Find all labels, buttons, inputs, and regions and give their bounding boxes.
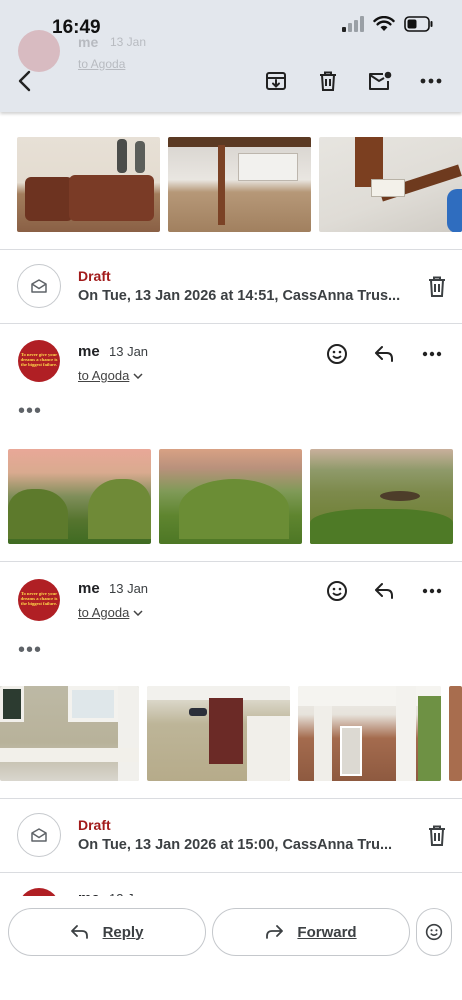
draft-label: Draft [78, 817, 111, 833]
draft-avatar [17, 813, 61, 857]
show-trimmed-content[interactable]: ••• [18, 640, 42, 660]
message-date: 13 Jan [109, 581, 149, 596]
message-more-button[interactable] [418, 579, 446, 603]
archive-icon [266, 72, 286, 90]
attachment-thumbnail[interactable] [0, 686, 139, 781]
bottom-action-bar: Reply Forward [0, 896, 462, 1000]
archive-button[interactable] [259, 64, 293, 98]
attachment-thumbnail[interactable] [310, 449, 453, 544]
delete-button[interactable] [311, 64, 345, 98]
attachment-thumbnail[interactable] [319, 137, 462, 232]
avatar[interactable]: To never give your dreams a chance is th… [18, 340, 60, 382]
attachment-thumbnail[interactable] [159, 449, 302, 544]
divider [0, 323, 462, 324]
ghost-date: 13 Jan [110, 35, 147, 49]
ghost-to: to Agoda [78, 57, 126, 71]
attachment-thumbnail[interactable] [8, 449, 151, 544]
forward-button[interactable]: Forward [212, 908, 410, 956]
reply-label: Reply [102, 923, 144, 941]
divider [0, 249, 462, 250]
mark-unread-icon [369, 71, 392, 90]
react-button[interactable] [323, 342, 351, 366]
back-arrow-icon [18, 70, 31, 92]
sender-name: me [78, 343, 100, 360]
reply-button[interactable]: Reply [8, 908, 206, 956]
reply-icon [375, 346, 393, 362]
discard-draft-icon[interactable] [426, 824, 448, 848]
attachment-thumbnail[interactable] [449, 686, 462, 781]
recipients-toggle[interactable]: to Agoda [78, 368, 143, 383]
top-app-bar: me 13 Jan to Agoda 16:49 [0, 0, 462, 112]
recipients-toggle[interactable]: to Agoda [78, 605, 143, 620]
status-time: 16:49 [52, 17, 101, 38]
react-button[interactable] [323, 579, 351, 603]
more-horiz-icon [422, 351, 442, 357]
forward-icon [266, 925, 284, 939]
chevron-down-icon [133, 609, 143, 616]
avatar[interactable]: To never give your dreams a chance is th… [18, 579, 60, 621]
battery-icon [404, 16, 433, 32]
sender-name: me [78, 580, 100, 597]
attachment-thumbnail[interactable] [17, 137, 160, 232]
draft-snippet: On Tue, 13 Jan 2026 at 14:51, CassAnna T… [78, 288, 401, 304]
status-icons [342, 16, 434, 32]
draft-label: Draft [78, 268, 111, 284]
more-horiz-icon [420, 78, 442, 84]
reply-icon [375, 583, 393, 599]
attachment-thumbnail[interactable] [298, 686, 441, 781]
forward-label: Forward [297, 923, 357, 941]
react-emoji-button[interactable] [416, 908, 452, 956]
attachment-thumbnail[interactable] [147, 686, 290, 781]
email-thread-screen: me 13 Jan to Agoda 16:49 Draft On Tue, 1… [0, 0, 462, 1000]
divider [0, 798, 462, 799]
reply-message-button[interactable] [370, 342, 398, 366]
divider [0, 872, 462, 873]
reply-message-button[interactable] [370, 579, 398, 603]
more-options-button[interactable] [414, 64, 448, 98]
mark-unread-button[interactable] [363, 64, 397, 98]
attachment-thumbnail[interactable] [168, 137, 311, 232]
signal-icon [342, 16, 364, 32]
divider [0, 561, 462, 562]
message-date: 13 Jan [109, 344, 149, 359]
draft-envelope-icon [31, 828, 47, 842]
show-trimmed-content[interactable]: ••• [18, 401, 42, 421]
reply-icon [70, 925, 88, 939]
emoji-icon [327, 344, 347, 364]
emoji-icon [327, 581, 347, 601]
draft-snippet: On Tue, 13 Jan 2026 at 15:00, CassAnna T… [78, 837, 393, 853]
trash-icon [320, 71, 336, 91]
draft-envelope-icon [31, 279, 47, 293]
emoji-icon [425, 923, 443, 941]
recipient-text: to Agoda [78, 368, 130, 383]
draft-avatar [17, 264, 61, 308]
message-more-button[interactable] [418, 342, 446, 366]
chevron-down-icon [133, 372, 143, 379]
back-button[interactable] [8, 64, 42, 98]
discard-draft-icon[interactable] [426, 275, 448, 299]
recipient-text: to Agoda [78, 605, 130, 620]
wifi-icon [373, 16, 395, 31]
more-horiz-icon [422, 588, 442, 594]
